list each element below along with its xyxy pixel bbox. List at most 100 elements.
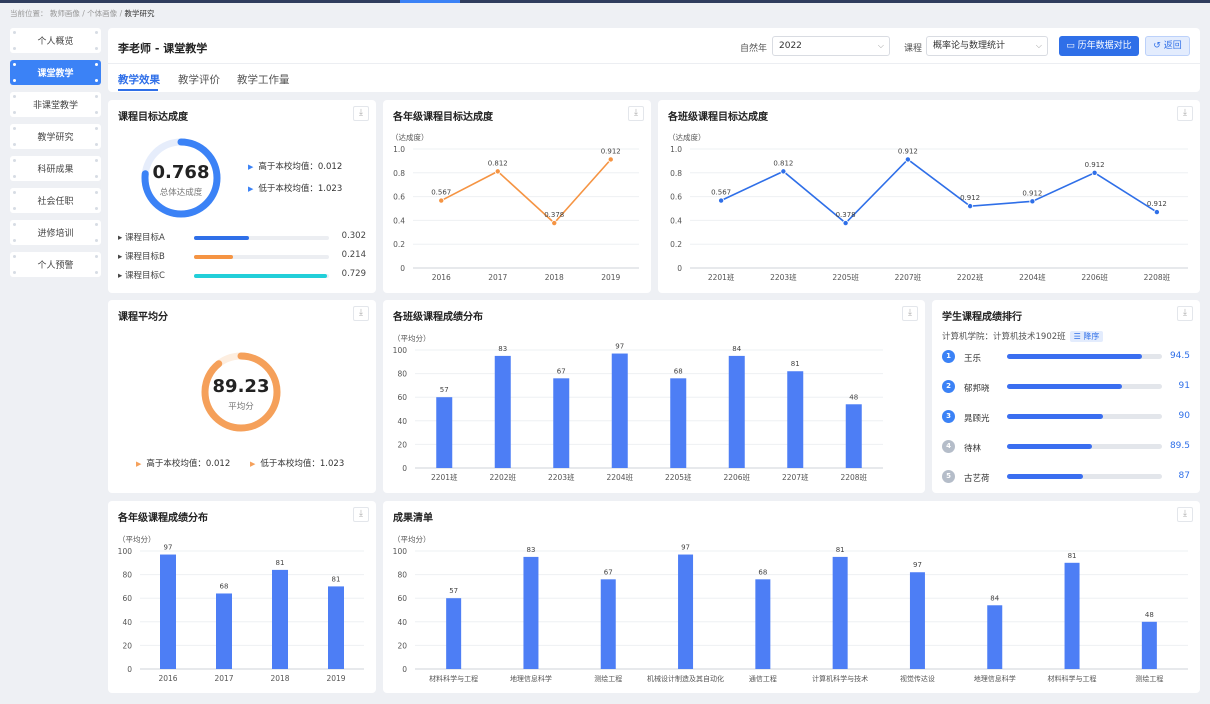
goal-bar-fill xyxy=(194,255,233,259)
chevron-down-icon: ⌵ xyxy=(877,41,884,50)
data-point xyxy=(494,168,501,175)
x-tick-label: 视觉传达设 xyxy=(900,674,935,683)
caret-right-icon: ▶ xyxy=(250,460,256,468)
bar xyxy=(216,593,232,669)
data-label: 0.912 xyxy=(960,194,980,202)
x-tick-label: 2016 xyxy=(158,674,177,683)
y-axis-label: （平均分） xyxy=(393,333,431,343)
bar xyxy=(1064,562,1080,669)
data-label: 0.912 xyxy=(601,147,621,155)
year-select[interactable]: 2022 ⌵ xyxy=(772,36,890,56)
download-icon[interactable]: ⤓ xyxy=(353,306,369,321)
page-title: 李老师 - 课堂教学 xyxy=(118,42,208,55)
y-tick-label: 100 xyxy=(393,346,408,355)
sidebar-item-4[interactable]: 科研成果 xyxy=(10,156,101,181)
goal-bar-label: ▸ 课程目标B xyxy=(118,252,165,262)
tab-teaching-evaluation[interactable]: 教学评价 xyxy=(178,72,220,87)
ranking-row: 5 古艺荷 87 xyxy=(942,469,1190,487)
avg-ring-value: 89.23 xyxy=(212,376,270,397)
ranking-card: 学生课程成绩排行 ⤓ 计算机学院：计算机技术1902班 ☰ 降序 1 王乐 94.5 2… xyxy=(932,300,1200,493)
sidebar-item-0[interactable]: 个人概览 xyxy=(10,28,101,53)
y-tick-label: 40 xyxy=(122,618,132,627)
data-label: 81 xyxy=(1068,552,1077,560)
compare-button-label: 历年数据对比 xyxy=(1077,41,1132,51)
corner-dot xyxy=(95,111,98,114)
corner-dot xyxy=(95,79,98,82)
class-score-chart: （平均分） 0 20 40 60 80 100 2201班 2202班 2203班 2204班 220… xyxy=(393,333,883,482)
data-point xyxy=(967,203,974,210)
x-tick-label: 2201班 xyxy=(708,272,735,282)
goal-ring-label: 总体达成度 xyxy=(159,188,203,198)
corner-dot xyxy=(13,159,16,162)
student-name: 王乐 xyxy=(964,354,982,364)
class-score-card: 各班级课程成绩分布 ⤓ （平均分） 0 20 40 60 80 100 2201班 2202班 2… xyxy=(383,300,925,493)
data-label: 68 xyxy=(220,582,229,590)
x-tick-label: 2201班 xyxy=(431,472,458,482)
corner-dot xyxy=(95,95,98,98)
bar xyxy=(845,404,862,468)
y-tick-label: 60 xyxy=(397,594,407,603)
y-tick-label: 20 xyxy=(122,641,132,650)
y-tick-label: 80 xyxy=(397,571,407,580)
avg-below-text: 低于本校均值：1.023 xyxy=(260,459,345,469)
y-tick-label: 0 xyxy=(402,665,407,674)
corner-dot xyxy=(95,143,98,146)
y-tick-label: 80 xyxy=(122,571,132,580)
data-point xyxy=(607,156,614,163)
data-label: 48 xyxy=(849,393,858,401)
data-label: 97 xyxy=(681,544,690,552)
sort-toggle[interactable]: ☰ 降序 xyxy=(1069,331,1104,342)
goal-above-mean: ▶ 高于本校均值：0.012 xyxy=(248,160,342,172)
x-tick-label: 材料科学与工程 xyxy=(1048,674,1097,683)
x-tick-label: 2206班 xyxy=(1081,272,1108,282)
student-name: 待林 xyxy=(964,444,982,454)
download-icon[interactable]: ⤓ xyxy=(1177,306,1193,321)
score-track xyxy=(1007,384,1162,389)
data-label: 83 xyxy=(498,345,507,353)
y-tick-label: 0.6 xyxy=(393,193,405,202)
x-tick-label: 计算机科学与技术 xyxy=(812,674,868,683)
score-fill xyxy=(1007,384,1122,389)
x-tick-label: 2204班 xyxy=(606,472,633,482)
series-line xyxy=(440,158,612,225)
sidebar: 个人概览课堂教学非课堂教学教学研究科研成果社会任职进修培训个人预警 xyxy=(10,28,101,284)
bar xyxy=(553,378,570,468)
grade-goal-card: 各年级课程目标达成度 ⤓ （达成度） 0 0.2 0.4 0.6 0.8 1.0 2016 20… xyxy=(383,100,651,293)
sidebar-item-3[interactable]: 教学研究 xyxy=(10,124,101,149)
goal-below-text: 低于本校均值：1.023 xyxy=(258,184,343,194)
goal-bar-track xyxy=(194,274,329,278)
data-label: 68 xyxy=(758,568,767,576)
sidebar-item-7[interactable]: 个人预警 xyxy=(10,252,101,277)
card-title: 课程目标达成度 xyxy=(118,112,188,123)
sidebar-item-5[interactable]: 社会任职 xyxy=(10,188,101,213)
sidebar-item-2[interactable]: 非课堂教学 xyxy=(10,92,101,117)
course-select[interactable]: 概率论与数理统计 ⌵ xyxy=(926,36,1048,56)
tab-teaching-effect[interactable]: 教学效果 xyxy=(118,72,160,87)
student-score: 90 xyxy=(1178,411,1190,421)
tab-teaching-workload[interactable]: 教学工作量 xyxy=(237,72,290,87)
breadcrumb-path[interactable]: 教师画像 / 个体画像 / xyxy=(50,9,125,18)
goal-bar-value: 0.214 xyxy=(341,250,366,260)
corner-dot xyxy=(95,63,98,66)
data-label: 81 xyxy=(791,360,800,368)
download-icon[interactable]: ⤓ xyxy=(353,106,369,121)
x-tick-label: 2018 xyxy=(545,273,564,282)
back-button[interactable]: ↺ 返回 xyxy=(1145,36,1190,56)
y-axis-label: （平均分） xyxy=(118,534,156,544)
sidebar-item-1[interactable]: 课堂教学 xyxy=(10,60,101,85)
y-axis-label: （平均分） xyxy=(393,534,431,544)
x-tick-label: 2017 xyxy=(214,674,233,683)
breadcrumb-prefix: 当前位置： xyxy=(10,9,48,18)
top-bar-accent xyxy=(400,0,460,3)
data-point xyxy=(904,156,911,163)
sidebar-item-6[interactable]: 进修培训 xyxy=(10,220,101,245)
goal-bar-label: ▸ 课程目标C xyxy=(118,271,165,281)
data-point xyxy=(718,197,725,204)
compare-button[interactable]: ▭ 历年数据对比 xyxy=(1059,36,1139,56)
achievements-card: 成果清单 ⤓ （平均分） 0 20 40 60 80 100 材料科学与工程 地理信息科学 测绘工… xyxy=(383,501,1200,693)
goal-bar-value: 0.729 xyxy=(341,269,366,279)
corner-dot xyxy=(95,223,98,226)
goal-card: 课程目标达成度 ⤓ 0.768 总体达成度 ▶ 高于本校均值：0.012 ▶ 低于本… xyxy=(108,100,376,293)
medal-icon: 2 xyxy=(942,380,955,393)
x-tick-label: 2204班 xyxy=(1019,272,1046,282)
